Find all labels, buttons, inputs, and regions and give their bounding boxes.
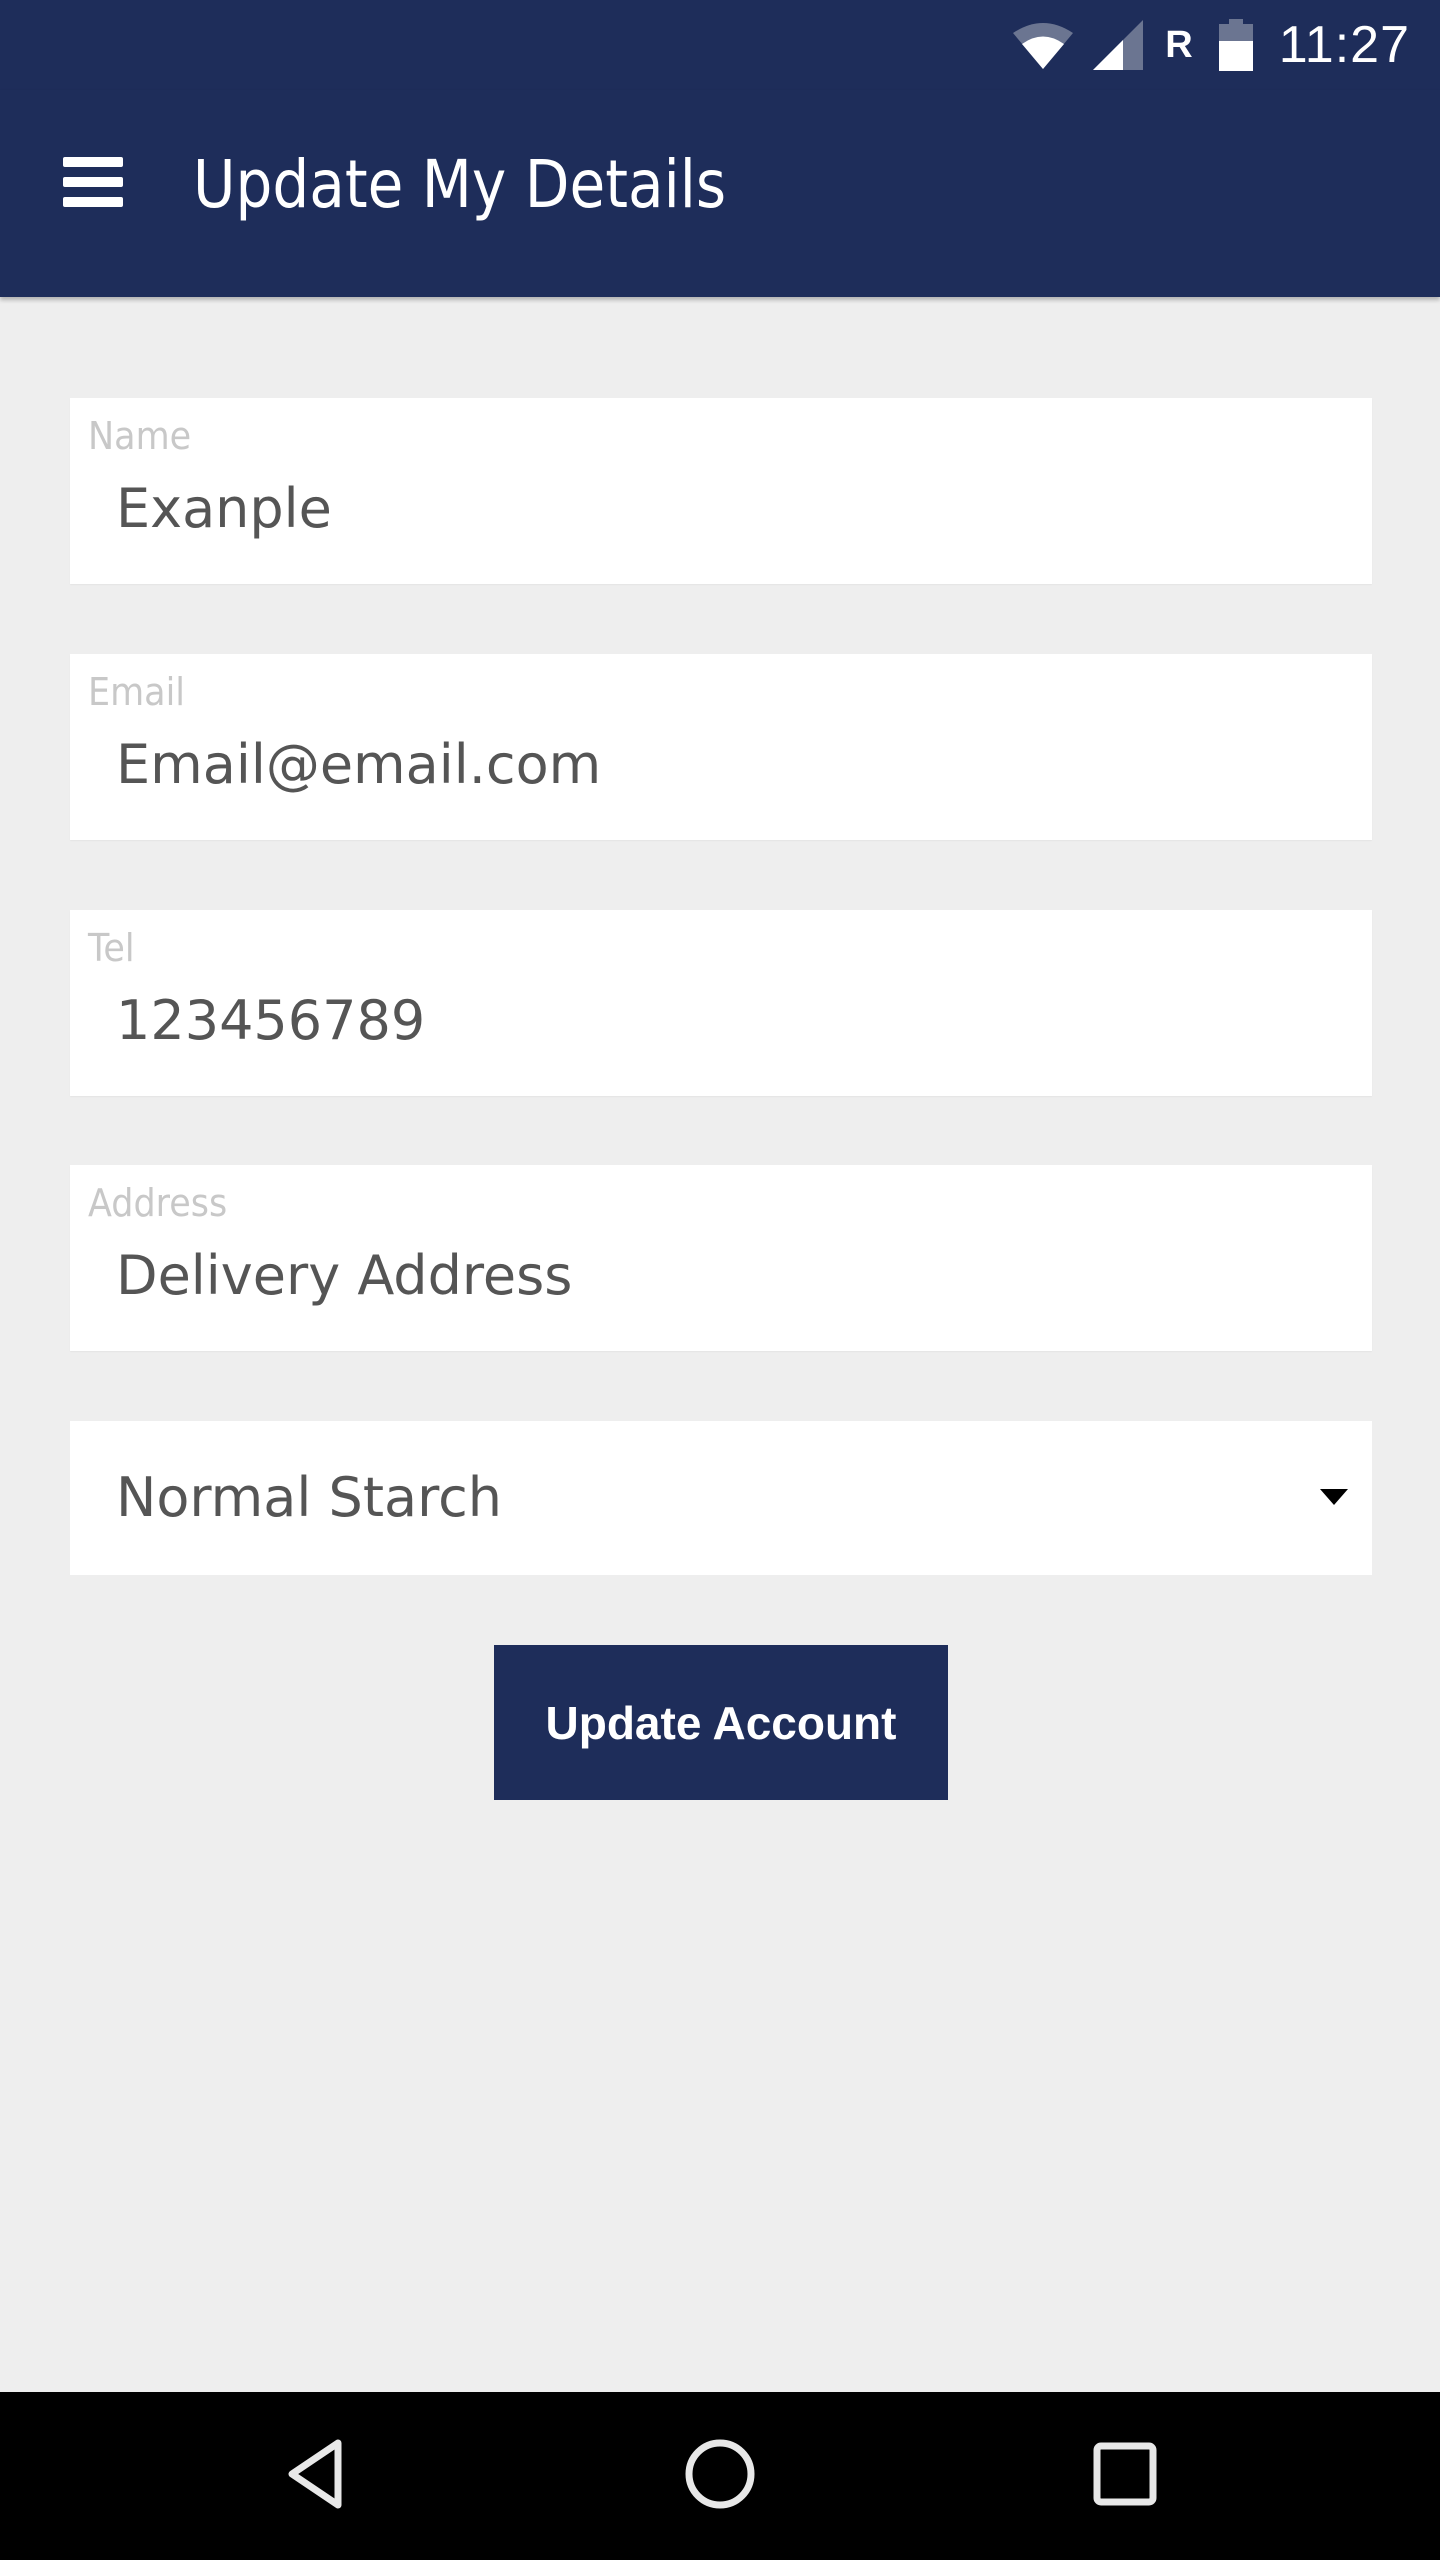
page-title: Update My Details <box>193 146 727 223</box>
name-label: Name <box>88 414 192 458</box>
name-field-container: Name <box>70 398 1372 584</box>
address-field-container: Address <box>70 1165 1372 1351</box>
tel-label: Tel <box>88 926 135 970</box>
home-button[interactable] <box>660 2416 780 2536</box>
email-input[interactable] <box>116 724 1336 804</box>
system-nav-bar <box>0 2392 1440 2560</box>
recents-icon <box>1093 2442 1157 2511</box>
cell-signal-icon <box>1093 20 1144 70</box>
roaming-indicator: R <box>1165 23 1193 66</box>
tel-input[interactable] <box>116 980 1336 1060</box>
back-button[interactable] <box>256 2416 376 2536</box>
back-icon <box>286 2439 346 2514</box>
tel-field-container: Tel <box>70 910 1372 1096</box>
home-icon <box>684 2438 756 2515</box>
update-account-button[interactable]: Update Account <box>494 1645 948 1800</box>
dropdown-arrow-icon <box>1320 1489 1348 1505</box>
email-label: Email <box>88 670 186 714</box>
battery-icon <box>1218 19 1253 71</box>
wifi-icon <box>1011 21 1075 69</box>
status-time: 11:27 <box>1278 16 1410 74</box>
email-field-container: Email <box>70 654 1372 840</box>
app-bar: Update My Details <box>0 90 1440 297</box>
recents-button[interactable] <box>1065 2416 1185 2536</box>
status-bar: R 11:27 <box>0 0 1440 90</box>
hamburger-menu-icon <box>63 156 123 214</box>
starch-select[interactable]: Normal Starch <box>70 1421 1372 1575</box>
name-input[interactable] <box>116 468 1336 548</box>
address-input[interactable] <box>116 1235 1336 1315</box>
address-label: Address <box>88 1181 228 1225</box>
starch-select-value: Normal Starch <box>116 1466 503 1529</box>
menu-button[interactable] <box>40 140 146 230</box>
